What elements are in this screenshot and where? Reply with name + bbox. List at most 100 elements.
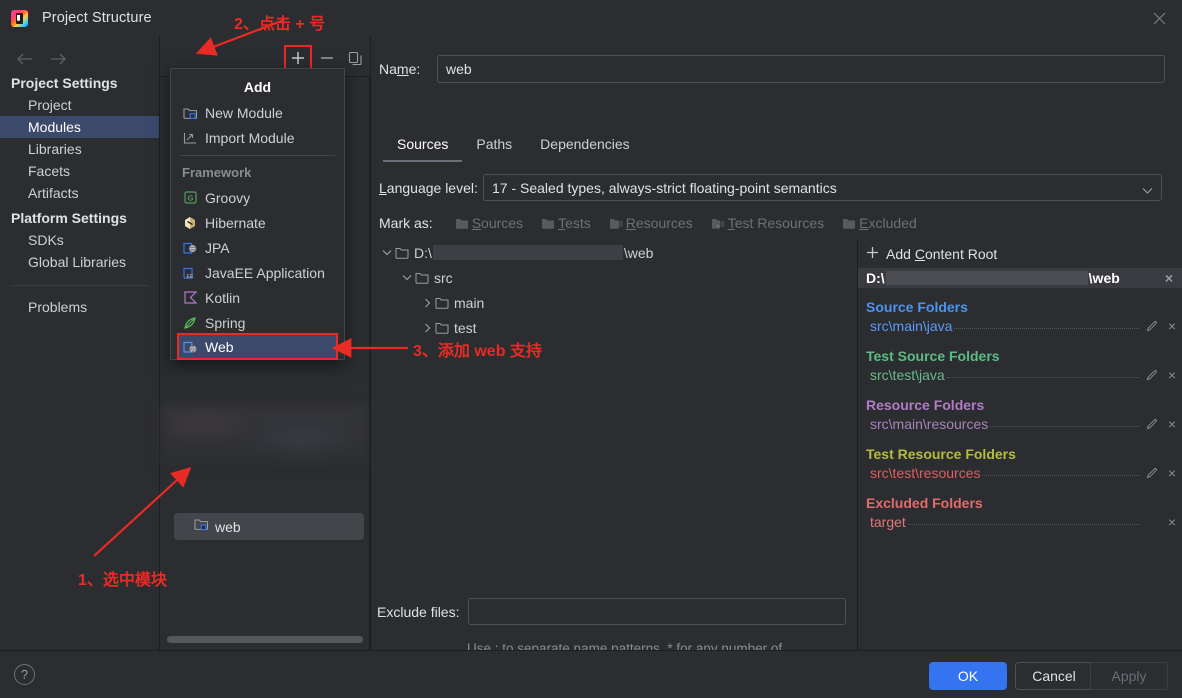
sidebar-item-sdks[interactable]: SDKs: [0, 229, 159, 251]
web-icon: [182, 339, 198, 355]
folder-row[interactable]: src\main\resources ×: [858, 413, 1182, 435]
label: ests: [565, 215, 591, 231]
name-input[interactable]: [437, 55, 1165, 83]
content-root-header[interactable]: D:\ \web ×: [858, 268, 1182, 288]
menu-item-kotlin[interactable]: Kotlin: [171, 285, 344, 310]
detail-tabs: Sources Paths Dependencies: [383, 136, 644, 162]
sidebar-item-global-libraries[interactable]: Global Libraries: [0, 251, 159, 273]
tree-row[interactable]: D:\ \web: [371, 240, 856, 265]
tab-sources[interactable]: Sources: [383, 136, 463, 162]
name-row: Name:: [379, 55, 1165, 83]
test-resources-folder-icon: [711, 218, 725, 229]
folder-icon: [435, 297, 449, 309]
arrow-right-icon[interactable]: [48, 49, 68, 69]
mark-as-excluded-button[interactable]: Excluded: [842, 215, 917, 231]
svg-text:EE: EE: [187, 274, 194, 280]
remove-folder-icon[interactable]: ×: [1161, 514, 1182, 530]
sidebar-item-project[interactable]: Project: [0, 94, 159, 116]
exclude-files-row: Exclude files:: [377, 598, 847, 625]
mark-as-tests-button[interactable]: Tests: [541, 215, 591, 231]
list-item[interactable]: web: [174, 513, 364, 540]
edit-icon[interactable]: [1143, 418, 1161, 430]
edit-icon[interactable]: [1143, 320, 1161, 332]
folder-path: src\main\java: [870, 318, 953, 334]
folder-row[interactable]: src\main\java ×: [858, 315, 1182, 337]
remove-module-button[interactable]: [314, 46, 340, 70]
kotlin-icon: [182, 290, 198, 306]
remove-folder-icon[interactable]: ×: [1161, 318, 1182, 334]
menu-item-label: Web: [205, 338, 234, 355]
folder-group-test-resource: Test Resource Folders src\test\resources…: [858, 446, 1182, 484]
edit-icon[interactable]: [1143, 369, 1161, 381]
remove-folder-icon[interactable]: ×: [1161, 367, 1182, 383]
tab-dependencies[interactable]: Dependencies: [526, 136, 644, 162]
copy-module-button[interactable]: [342, 46, 368, 70]
menu-item-hibernate[interactable]: Hibernate: [171, 210, 344, 235]
folder-row[interactable]: src\test\java ×: [858, 364, 1182, 386]
menu-item-javaee-application[interactable]: EE JavaEE Application: [171, 260, 344, 285]
menu-section-framework: Framework: [182, 165, 252, 180]
edit-icon[interactable]: [1143, 467, 1161, 479]
exclude-files-input[interactable]: [468, 598, 847, 625]
menu-item-import-module[interactable]: Import Module: [171, 125, 344, 150]
language-level-label-rest: anguage level:: [386, 179, 478, 196]
add-label-post: ontent Root: [924, 246, 998, 262]
apply-button[interactable]: Apply: [1090, 662, 1168, 690]
close-icon[interactable]: [1136, 0, 1182, 36]
mark-as-test-resources-button[interactable]: Test Resources: [711, 215, 824, 231]
blurred-module-region: [162, 405, 368, 463]
menu-item-web[interactable]: Web: [177, 333, 338, 360]
mark-as-sources-button[interactable]: Sources: [455, 215, 523, 231]
menu-item-label: Groovy: [205, 189, 251, 206]
menu-item-spring[interactable]: Spring: [171, 310, 344, 335]
annotation-arrow-1: [93, 467, 192, 557]
folder-group-source: Source Folders src\main\java ×: [858, 299, 1182, 337]
folder-icon: [415, 272, 429, 284]
folder-row[interactable]: src\test\resources ×: [858, 462, 1182, 484]
chevron-down-icon[interactable]: [399, 274, 415, 281]
excluded-folder-icon: [843, 218, 856, 229]
tab-paths[interactable]: Paths: [462, 136, 526, 162]
mark-as-resources-button[interactable]: Resources: [609, 215, 693, 231]
remove-content-root-icon[interactable]: ×: [1165, 270, 1173, 286]
sidebar-item-artifacts[interactable]: Artifacts: [0, 182, 159, 204]
annotation-arrow-3: [331, 338, 408, 358]
tree-label: src: [434, 269, 453, 286]
label: ources: [481, 215, 524, 231]
import-module-icon: [182, 130, 198, 146]
root-path-suffix: \web: [1088, 270, 1120, 286]
remove-folder-icon[interactable]: ×: [1161, 465, 1182, 481]
arrow-left-icon[interactable]: [14, 49, 34, 69]
ok-button[interactable]: OK: [929, 662, 1007, 690]
horizontal-scrollbar[interactable]: [167, 636, 363, 643]
sidebar-item-libraries[interactable]: Libraries: [0, 138, 159, 160]
menu-item-jpa[interactable]: JPA: [171, 235, 344, 260]
root-path-prefix: D:\: [866, 270, 885, 286]
spring-icon: [182, 315, 198, 331]
group-title: Resource Folders: [866, 397, 985, 413]
add-content-root-button[interactable]: Add Content Root: [858, 240, 1182, 268]
cancel-button[interactable]: Cancel: [1015, 662, 1093, 690]
folder-row[interactable]: target ×: [858, 511, 1182, 533]
menu-item-new-module[interactable]: New Module: [171, 100, 344, 125]
sidebar-item-modules[interactable]: Modules: [0, 116, 159, 138]
language-level-row: Language level: 17 - Sealed types, alway…: [379, 174, 1162, 201]
plus-icon: [866, 246, 879, 262]
tree-row[interactable]: main: [371, 290, 856, 315]
chevron-down-icon[interactable]: [379, 249, 395, 256]
help-button[interactable]: ?: [14, 664, 35, 685]
chevron-right-icon[interactable]: [419, 298, 435, 308]
new-module-icon: [182, 105, 198, 121]
jpa-icon: [182, 240, 198, 256]
accel: S: [471, 215, 482, 231]
tree-row[interactable]: src: [371, 265, 856, 290]
menu-item-label: Spring: [205, 314, 246, 331]
accel: T: [558, 215, 566, 231]
chevron-right-icon[interactable]: [419, 323, 435, 333]
sidebar-item-facets[interactable]: Facets: [0, 160, 159, 182]
remove-folder-icon[interactable]: ×: [1161, 416, 1182, 432]
annotation-step-1: 1、选中模块: [78, 572, 167, 589]
language-level-select[interactable]: 17 - Sealed types, always-strict floatin…: [483, 174, 1162, 201]
menu-item-groovy[interactable]: G Groovy: [171, 185, 344, 210]
sidebar-item-problems[interactable]: Problems: [0, 296, 159, 318]
